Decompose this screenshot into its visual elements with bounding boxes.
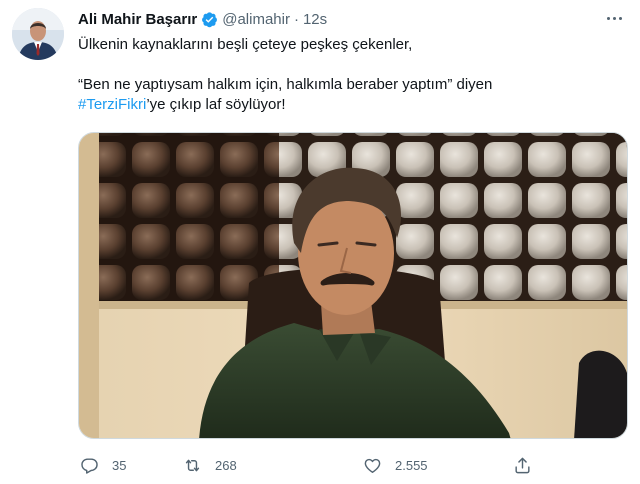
reply-button[interactable]: 35 (80, 456, 183, 475)
retweet-count: 268 (215, 457, 237, 473)
reply-icon (81, 457, 98, 474)
hashtag-link[interactable]: #TerziFikri (78, 96, 146, 113)
author-name[interactable]: Ali Mahir Başarır (78, 11, 197, 28)
tweet-text: Ülkenin kaynaklarını beşli çeteye peşkeş… (78, 35, 623, 115)
tweet-text-line-1: Ülkenin kaynaklarını beşli çeteye peşkeş… (78, 36, 413, 53)
verified-badge-icon (202, 11, 218, 27)
reply-count: 35 (112, 457, 127, 473)
tweet-actions: 35 268 2.555 (78, 454, 618, 476)
separator-dot: · (293, 10, 299, 28)
tweet-text-line-3: #TerziFikri’ye çıkıp laf söylüyor! (78, 95, 623, 115)
like-button[interactable]: 2.555 (363, 456, 513, 475)
more-options-icon[interactable] (602, 10, 626, 26)
author-handle[interactable]: @alimahir (222, 11, 290, 28)
like-count: 2.555 (395, 457, 428, 473)
avatar-image (12, 8, 64, 60)
retweet-icon (185, 459, 200, 471)
share-icon (515, 457, 530, 473)
share-button[interactable] (513, 456, 553, 475)
tweet-header: Ali Mahir Başarır @alimahir · 12s (78, 9, 600, 29)
timestamp[interactable]: 12s (303, 11, 327, 28)
tweet-photo[interactable] (78, 132, 628, 439)
photo-man-at-desk (79, 133, 627, 438)
tweet-text-line-3-rest: ’ye çıkıp laf söylüyor! (146, 96, 286, 113)
tweet-text-line-2: “Ben ne yaptıysam halkım için, halkımla … (78, 76, 493, 93)
like-icon (364, 458, 381, 473)
avatar[interactable] (12, 8, 64, 60)
tweet-card[interactable]: Ali Mahir Başarır @alimahir · 12s Ülkeni… (0, 0, 640, 484)
retweet-button[interactable]: 268 (183, 456, 363, 475)
